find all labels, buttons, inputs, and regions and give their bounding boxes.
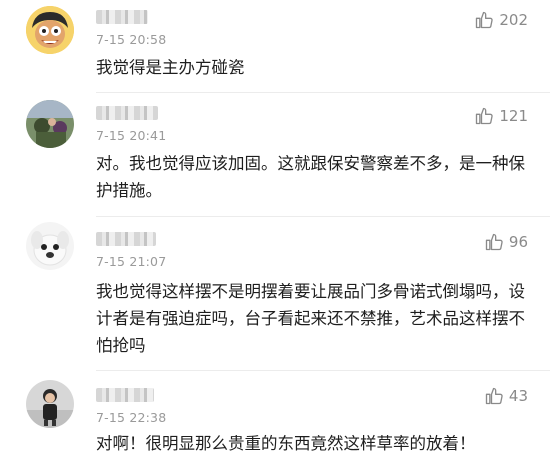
avatar[interactable] [26,380,74,428]
thumbs-up-icon [485,233,503,251]
dog-avatar-icon [26,222,74,270]
like-count: 202 [499,11,528,29]
blurred-username[interactable] [96,232,156,246]
avatar[interactable] [26,222,74,270]
comment-text: 我也觉得这样摆不是明摆着要让展品门多骨诺式倒塌吗，设计者是有强迫症吗，台子看起来… [96,282,525,355]
blurred-username[interactable] [96,106,158,120]
comment-text: 对啊！很明显那么贵重的东西竟然这样草率的放着！ [96,434,476,453]
cartoon-avatar-icon [26,6,74,54]
blurred-username[interactable] [96,388,154,402]
comment-text: 我觉得是主办方碰瓷 [96,58,245,77]
avatar[interactable] [26,6,74,54]
like-button[interactable]: 202 [474,10,528,30]
divider [96,216,550,217]
like-count: 43 [508,387,528,405]
like-count: 96 [508,233,528,251]
like-button[interactable]: 43 [484,386,528,406]
comment-text: 对。我也觉得应该加固。这就跟保安警察差不多，是一种保护措施。 [96,154,525,200]
divider [96,92,550,93]
thumbs-up-icon [476,11,494,29]
comment-time: 7-15 20:41 [96,128,167,143]
comment-time: 7-15 21:07 [96,254,167,269]
comment-time: 7-15 22:38 [96,410,167,425]
avatar[interactable] [26,100,74,148]
child-photo-avatar-icon [26,380,74,428]
comment-time: 7-15 20:58 [96,32,167,47]
photo-avatar-icon [26,100,74,148]
thumbs-up-icon [485,387,503,405]
divider [96,370,550,371]
thumbs-up-icon [476,107,494,125]
like-count: 121 [499,107,528,125]
like-button[interactable]: 121 [474,106,528,126]
blurred-username[interactable] [96,10,148,24]
like-button[interactable]: 96 [484,232,528,252]
